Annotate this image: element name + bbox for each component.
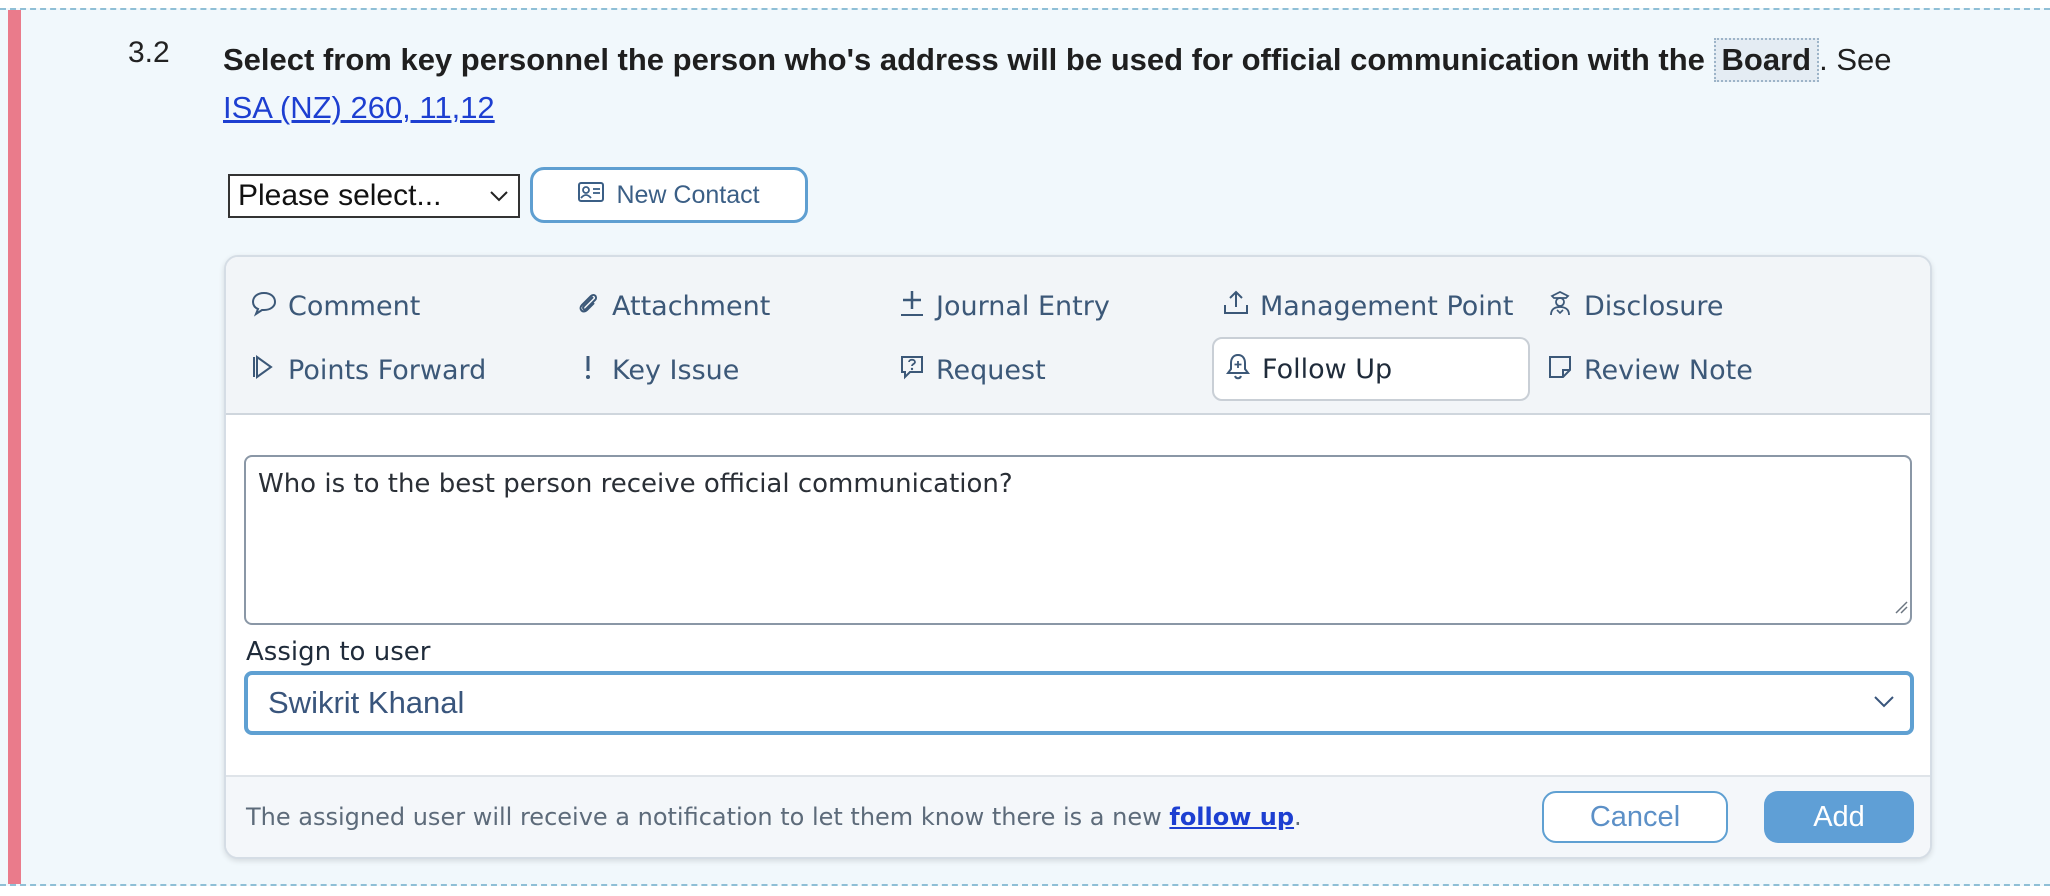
question-bubble-icon [898, 353, 926, 388]
assign-user-label: Assign to user [246, 637, 431, 667]
bell-icon [1224, 352, 1252, 387]
follow-up-text: Who is to the best person receive offici… [258, 469, 1013, 499]
paperclip-icon [574, 289, 602, 324]
contact-select[interactable]: Please select... [228, 174, 520, 218]
tab-comment[interactable]: Comment [240, 277, 558, 335]
section-indicator-bar [8, 10, 21, 884]
note-panel: Comment Attachment Journal Entry Managem… [224, 255, 1932, 859]
assign-user-select[interactable]: Swikrit Khanal [244, 671, 1914, 735]
tab-key-issue-label: Key Issue [612, 354, 740, 386]
panel-footer: The assigned user will receive a notific… [226, 775, 1930, 857]
assign-user-value: Swikrit Khanal [268, 685, 465, 720]
add-button[interactable]: Add [1764, 791, 1914, 843]
officer-icon [1546, 289, 1574, 324]
standard-reference-link[interactable]: ISA (NZ) 260, 11,12 [223, 90, 495, 125]
chevron-down-icon [488, 176, 510, 229]
notification-note: The assigned user will receive a notific… [246, 803, 1302, 831]
notification-note-suffix: . [1294, 803, 1302, 831]
new-contact-label: New Contact [616, 180, 760, 209]
question-number: 3.2 [128, 36, 170, 69]
tab-review-note[interactable]: Review Note [1536, 341, 1854, 399]
tab-request-label: Request [936, 354, 1046, 386]
tab-disclosure[interactable]: Disclosure [1536, 277, 1854, 335]
follow-up-form: Who is to the best person receive offici… [226, 415, 1930, 775]
notification-note-text: The assigned user will receive a notific… [246, 803, 1162, 831]
tab-follow-up[interactable]: Follow Up [1212, 337, 1530, 401]
tab-points-forward-label: Points Forward [288, 354, 487, 386]
chevron-down-icon [1872, 675, 1896, 749]
new-contact-button[interactable]: New Contact [530, 167, 808, 223]
comment-icon [250, 289, 278, 324]
tab-comment-label: Comment [288, 290, 421, 322]
cancel-button[interactable]: Cancel [1542, 791, 1728, 843]
tab-management-point[interactable]: Management Point [1212, 277, 1530, 335]
forward-icon [250, 353, 278, 388]
exclamation-icon [574, 353, 602, 388]
follow-up-help-link[interactable]: follow up [1169, 803, 1294, 831]
tab-attachment[interactable]: Attachment [564, 277, 882, 335]
note-icon [1546, 353, 1574, 388]
note-type-tabs: Comment Attachment Journal Entry Managem… [226, 257, 1930, 415]
question-body: Select from key personnel the person who… [223, 42, 1705, 77]
tab-journal-entry[interactable]: Journal Entry [888, 277, 1206, 335]
tab-points-forward[interactable]: Points Forward [240, 341, 558, 399]
tab-disclosure-label: Disclosure [1584, 290, 1724, 322]
tab-management-point-label: Management Point [1260, 290, 1514, 322]
contact-card-icon [578, 181, 605, 210]
contact-select-value: Please select... [238, 179, 442, 212]
upload-icon [1222, 289, 1250, 324]
tab-follow-up-label: Follow Up [1262, 353, 1393, 385]
tab-journal-entry-label: Journal Entry [936, 290, 1110, 322]
question-text: Select from key personnel the person who… [223, 36, 1923, 132]
question-see-text: . See [1819, 42, 1892, 77]
tab-request[interactable]: Request [888, 341, 1206, 399]
resize-handle-icon[interactable] [1892, 591, 1908, 621]
plus-icon [898, 289, 926, 324]
question-section: 3.2 Select from key personnel the person… [0, 8, 2050, 886]
tab-key-issue[interactable]: Key Issue [564, 341, 882, 399]
follow-up-textarea[interactable]: Who is to the best person receive offici… [244, 455, 1912, 625]
tab-attachment-label: Attachment [612, 290, 771, 322]
tab-review-note-label: Review Note [1584, 354, 1753, 386]
glossary-term[interactable]: Board [1713, 38, 1820, 82]
